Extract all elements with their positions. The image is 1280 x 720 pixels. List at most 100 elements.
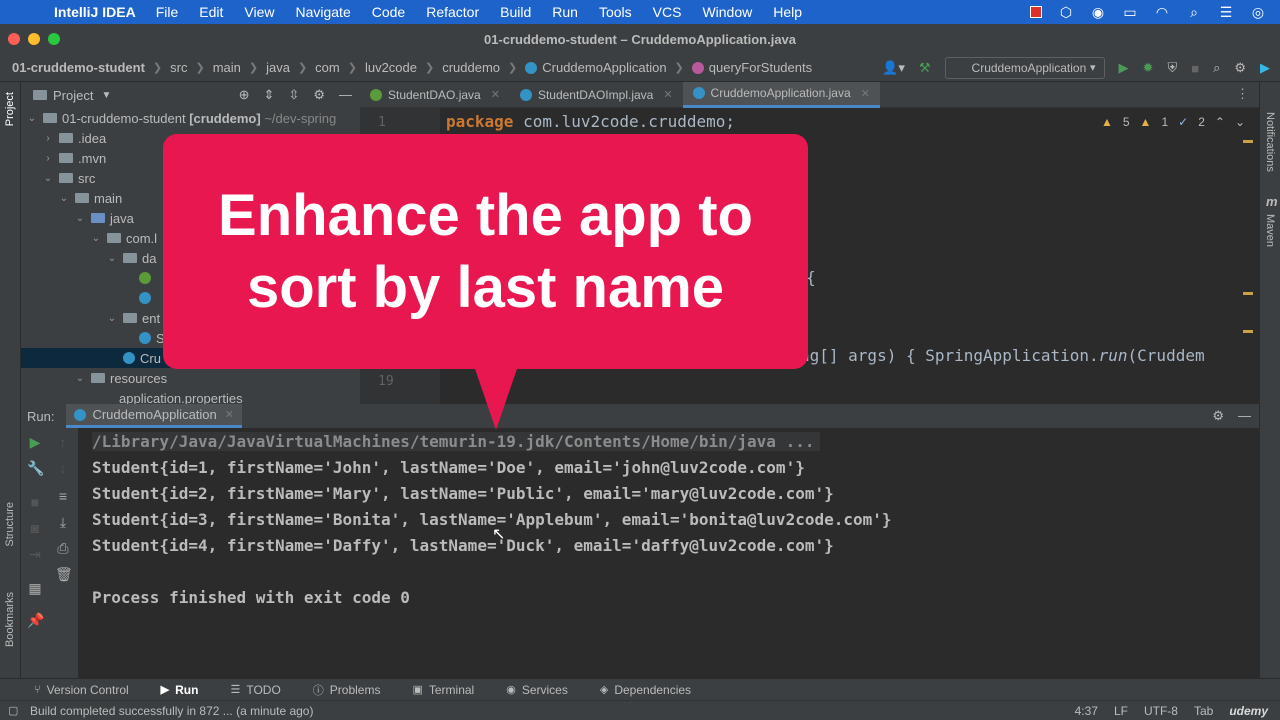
- app-menu[interactable]: IntelliJ IDEA: [54, 4, 136, 20]
- chevron-right-icon[interactable]: ›: [41, 133, 55, 144]
- breadcrumb-cruddemo[interactable]: ❯ cruddemo: [417, 60, 500, 75]
- battery-icon[interactable]: ▭: [1122, 4, 1138, 21]
- project-tool-tab[interactable]: Project: [4, 92, 16, 126]
- zoom-window-button[interactable]: [48, 33, 60, 45]
- expand-all-icon[interactable]: ⇕: [264, 87, 275, 103]
- run-icon[interactable]: ▶: [1119, 60, 1129, 76]
- chevron-down-icon[interactable]: ⌄: [57, 193, 71, 204]
- cube-icon[interactable]: ⬡: [1058, 4, 1074, 21]
- chevron-down-icon[interactable]: ▼: [101, 90, 111, 101]
- chevron-down-icon[interactable]: ⌄: [105, 313, 119, 324]
- tree-item-root[interactable]: ⌄ 01-cruddemo-student [cruddemo] ~/dev-s…: [21, 108, 360, 128]
- code-line-main[interactable]: ng[] args) { SpringApplication.run(Crudd…: [800, 346, 1205, 365]
- close-icon[interactable]: ✕: [225, 408, 234, 421]
- layout-icon[interactable]: ▦: [27, 580, 43, 597]
- todo-tab[interactable]: ☰ TODO: [230, 683, 280, 697]
- bookmarks-tool-tab[interactable]: Bookmarks: [4, 592, 16, 647]
- gear-icon[interactable]: ⚙: [313, 87, 325, 103]
- notifications-tool-tab[interactable]: Notifications: [1264, 112, 1276, 172]
- settings-icon[interactable]: ⚙: [1234, 60, 1246, 76]
- breadcrumb-class[interactable]: ❯ CruddemoApplication: [500, 60, 667, 75]
- tree-item-properties[interactable]: application.properties: [21, 388, 360, 405]
- layout-toggle-icon[interactable]: ▢: [8, 704, 18, 717]
- menu-refactor[interactable]: Refactor: [426, 4, 479, 20]
- chevron-down-icon[interactable]: ⌄: [73, 213, 87, 224]
- close-window-button[interactable]: [8, 33, 20, 45]
- menu-file[interactable]: File: [156, 4, 179, 20]
- chevron-down-icon[interactable]: ⌄: [105, 253, 119, 264]
- trash-icon[interactable]: 🗑: [55, 566, 73, 583]
- locate-icon[interactable]: ⊕: [239, 87, 250, 103]
- siri-icon[interactable]: ◎: [1250, 4, 1266, 21]
- terminal-tab[interactable]: ▣ Terminal: [412, 683, 474, 697]
- menu-navigate[interactable]: Navigate: [295, 4, 350, 20]
- chevron-right-icon[interactable]: ›: [41, 153, 55, 164]
- collapse-all-icon[interactable]: ⇳: [288, 87, 299, 103]
- indent-setting[interactable]: Tab: [1194, 704, 1213, 718]
- debug-icon[interactable]: ✹: [1143, 60, 1154, 76]
- breadcrumb-java[interactable]: ❯ java: [241, 60, 290, 75]
- search-icon[interactable]: ⌕: [1186, 4, 1202, 21]
- camera-icon[interactable]: ◙: [27, 520, 43, 536]
- menu-edit[interactable]: Edit: [199, 4, 223, 20]
- line-separator[interactable]: LF: [1114, 704, 1128, 718]
- chevron-down-icon[interactable]: ⌄: [89, 233, 103, 244]
- wifi-icon[interactable]: ◠: [1154, 4, 1170, 21]
- run-tool-tab[interactable]: ▶ Run: [161, 683, 199, 697]
- control-center-icon[interactable]: ☰: [1218, 4, 1234, 21]
- menu-window[interactable]: Window: [702, 4, 752, 20]
- inspection-widget[interactable]: ▲ 5 ▲ 1 ✓ 2 ⌃ ⌄: [1101, 115, 1245, 129]
- hide-icon[interactable]: —: [339, 87, 352, 103]
- chevron-up-icon[interactable]: ⌃: [1215, 115, 1225, 129]
- menu-view[interactable]: View: [244, 4, 274, 20]
- gear-icon[interactable]: ⚙: [1212, 408, 1224, 424]
- caret-position[interactable]: 4:37: [1075, 704, 1098, 718]
- services-tab[interactable]: ◉ Services: [506, 683, 568, 697]
- record-icon[interactable]: [1030, 6, 1042, 18]
- breadcrumb-luv2code[interactable]: ❯ luv2code: [340, 60, 417, 75]
- close-icon[interactable]: ✕: [861, 87, 870, 100]
- version-control-tab[interactable]: ⑂ Version Control: [34, 683, 129, 697]
- chevron-down-icon[interactable]: ⌄: [25, 113, 39, 124]
- tab-cruddemo-application[interactable]: CruddemoApplication.java ✕: [682, 81, 880, 108]
- dependencies-tab[interactable]: ◈ Dependencies: [600, 683, 691, 697]
- hammer-icon[interactable]: ⚒: [919, 60, 931, 76]
- run-configuration-select[interactable]: CruddemoApplication: [944, 57, 1105, 79]
- pin-icon[interactable]: 📌: [27, 612, 44, 629]
- soft-wrap-icon[interactable]: ≡: [55, 488, 71, 504]
- run-console[interactable]: /Library/Java/JavaVirtualMachines/temuri…: [79, 428, 1259, 678]
- menu-build[interactable]: Build: [500, 4, 531, 20]
- breadcrumb-project[interactable]: 01-cruddemo-student: [12, 60, 145, 75]
- search-everywhere-icon[interactable]: ⌕: [1213, 60, 1220, 76]
- tab-student-dao[interactable]: StudentDAO.java ✕: [360, 82, 510, 108]
- stop-icon[interactable]: ■: [1191, 61, 1199, 76]
- status-message[interactable]: Build completed successfully in 872 ... …: [30, 704, 313, 718]
- run-tab-cruddemo[interactable]: CruddemoApplication ✕: [66, 404, 242, 428]
- coverage-icon[interactable]: ⛨: [1167, 60, 1177, 76]
- maven-tool-tab[interactable]: Maven: [1264, 214, 1276, 247]
- breadcrumb-main[interactable]: ❯ main: [187, 60, 240, 75]
- tab-student-dao-impl[interactable]: StudentDAOImpl.java ✕: [510, 82, 683, 108]
- rerun-icon[interactable]: ▶: [27, 434, 43, 451]
- stop-icon[interactable]: ■: [27, 494, 43, 510]
- close-icon[interactable]: ✕: [663, 88, 672, 101]
- more-tabs-icon[interactable]: ⋮: [1236, 86, 1249, 102]
- user-circle-icon[interactable]: ◉: [1090, 4, 1106, 21]
- project-view-select[interactable]: Project: [53, 88, 93, 103]
- chevron-down-icon[interactable]: ⌄: [73, 373, 87, 384]
- problems-tab[interactable]: ⓘ Problems: [313, 682, 381, 698]
- menu-tools[interactable]: Tools: [599, 4, 632, 20]
- chevron-down-icon[interactable]: ⌄: [41, 173, 55, 184]
- breadcrumb-com[interactable]: ❯ com: [290, 60, 340, 75]
- close-icon[interactable]: ✕: [491, 88, 500, 101]
- wrench-icon[interactable]: 🔧: [27, 460, 44, 477]
- minimize-window-button[interactable]: [28, 33, 40, 45]
- tree-item-resources[interactable]: ⌄ resources: [21, 368, 360, 388]
- hide-icon[interactable]: —: [1238, 408, 1251, 424]
- jetbrains-icon[interactable]: ▶: [1260, 60, 1270, 76]
- code-line-package[interactable]: package com.luv2code.cruddemo;: [446, 112, 735, 131]
- breadcrumb-method[interactable]: ❯ queryForStudents: [667, 60, 813, 75]
- file-encoding[interactable]: UTF-8: [1144, 704, 1178, 718]
- chevron-down-icon[interactable]: ⌄: [1235, 115, 1245, 129]
- menu-code[interactable]: Code: [372, 4, 405, 20]
